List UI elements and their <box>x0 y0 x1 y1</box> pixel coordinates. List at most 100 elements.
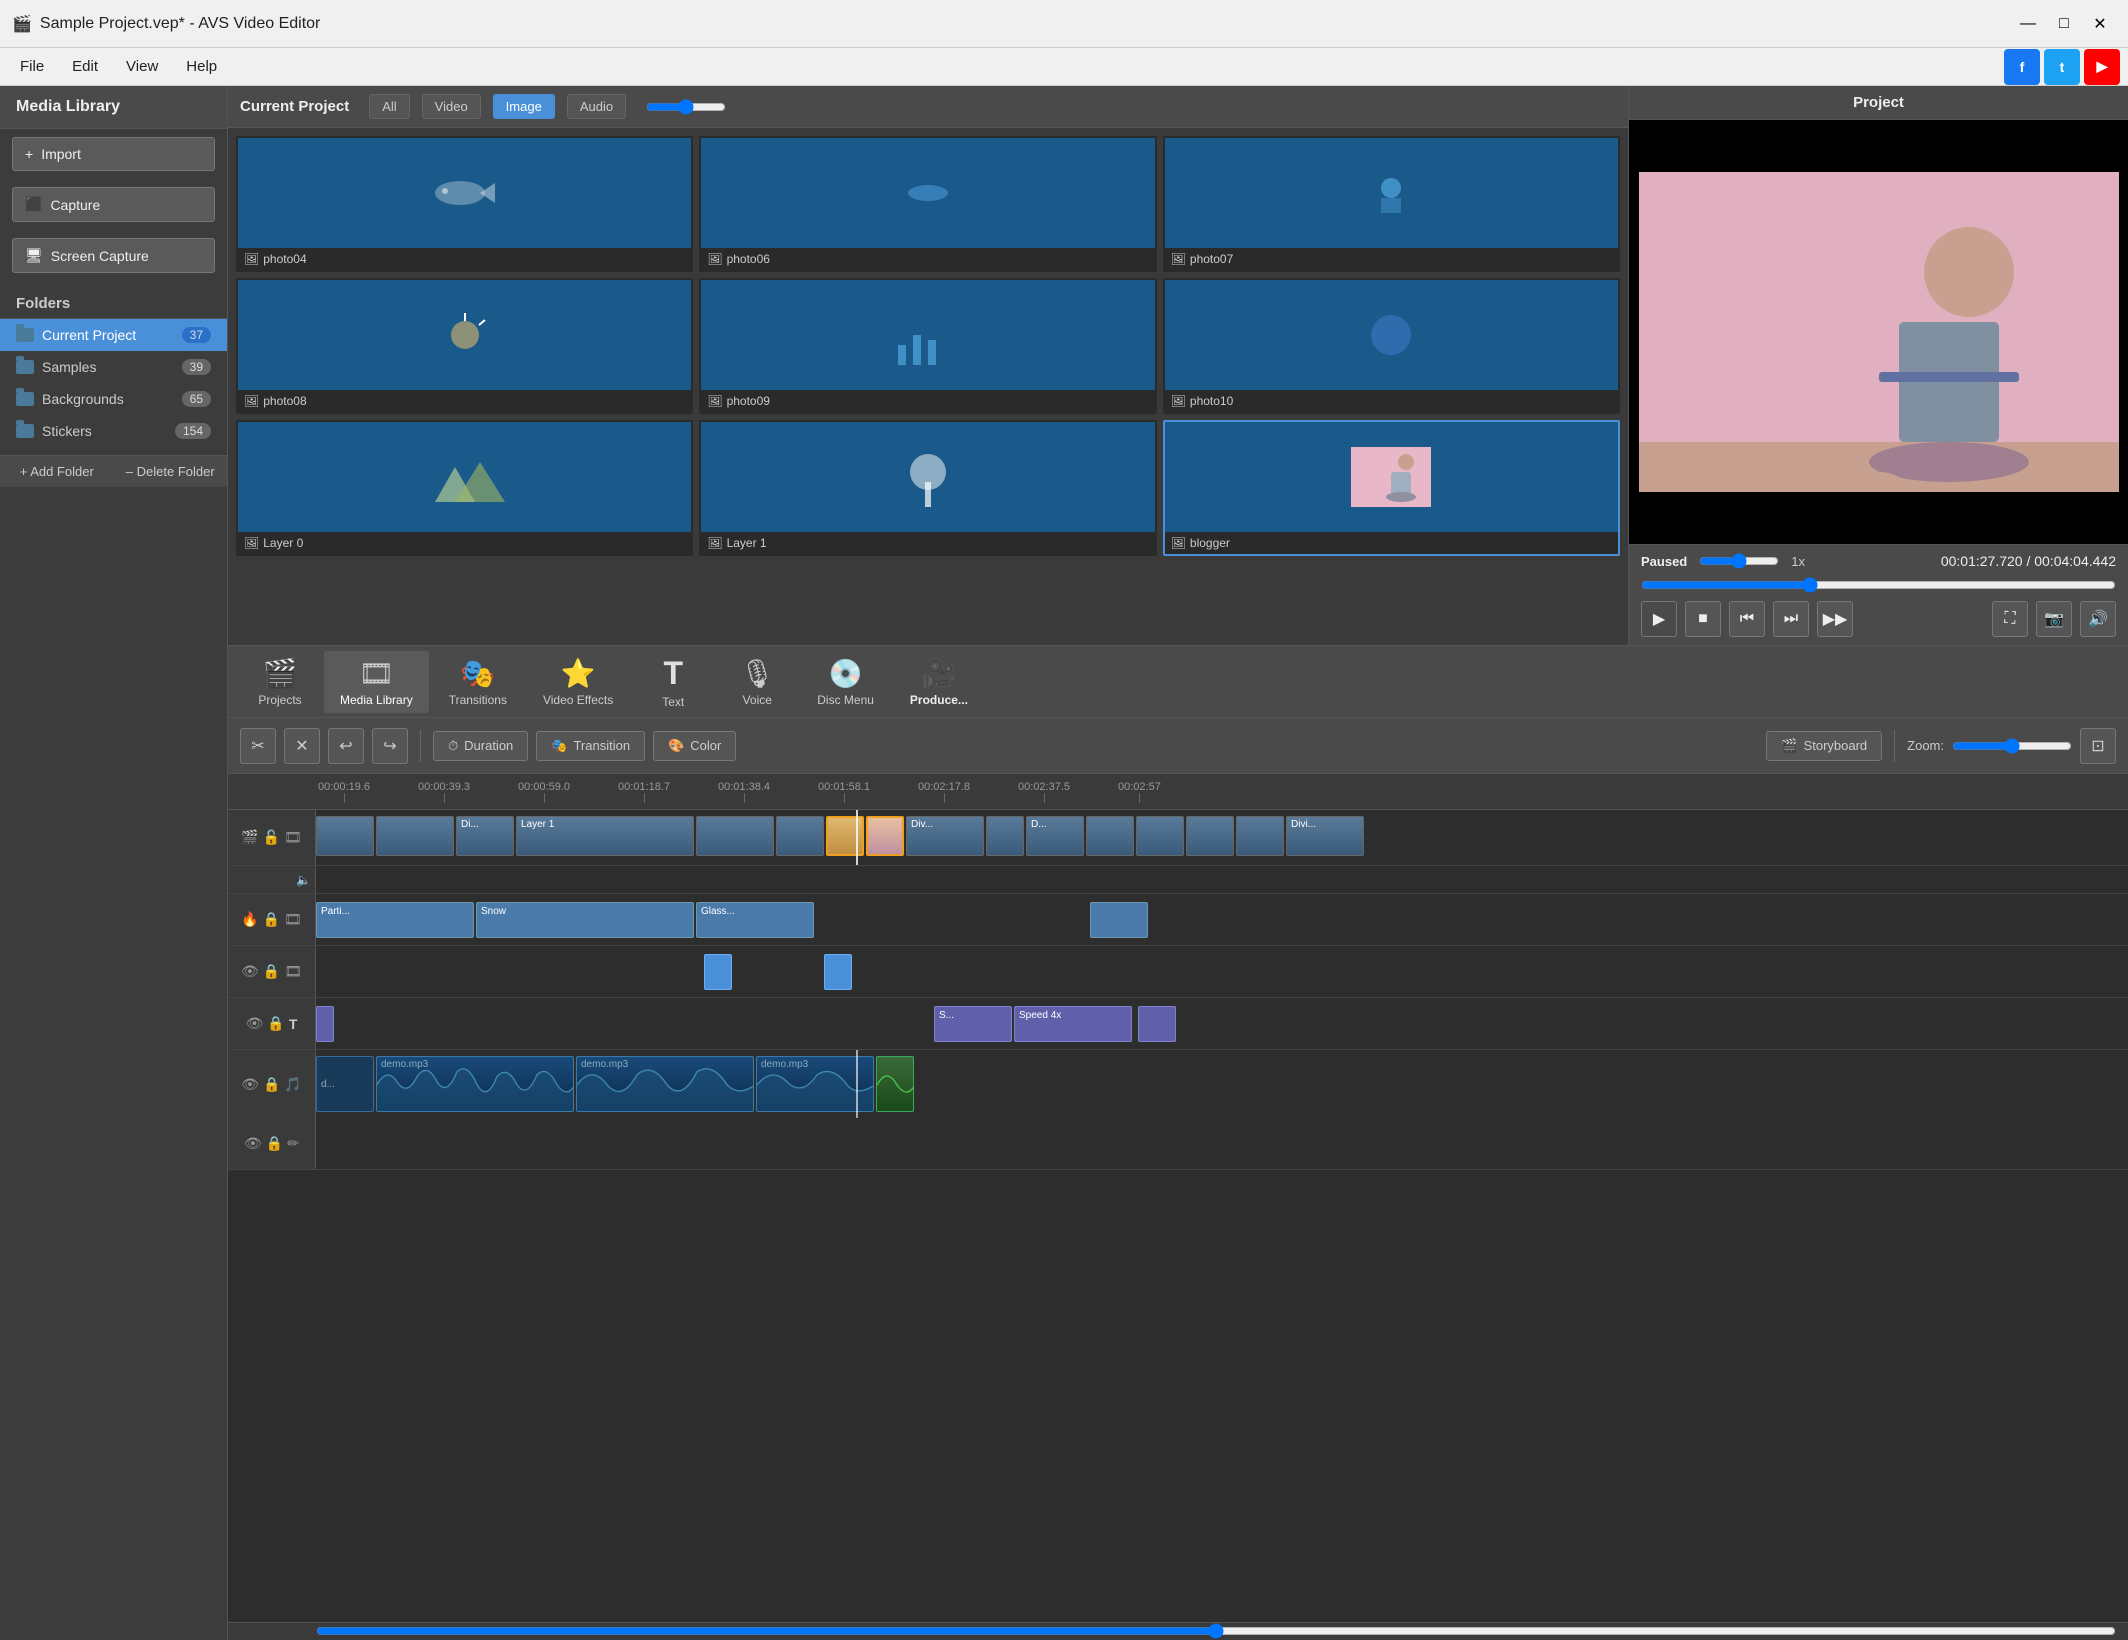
media-item-photo06[interactable]: 🖼photo06 <box>699 136 1156 272</box>
preview-seek-slider[interactable] <box>1641 577 2116 593</box>
video-clip[interactable] <box>1236 816 1284 856</box>
audio-clip-demo2[interactable]: demo.mp3 <box>576 1056 754 1112</box>
snapshot-button[interactable]: 📷 <box>2036 601 2072 637</box>
capture-button[interactable]: ⬛ Capture <box>12 187 215 222</box>
menu-edit[interactable]: Edit <box>60 54 110 79</box>
audio-clip-green[interactable] <box>876 1056 914 1112</box>
tool-disc-menu[interactable]: 💿 Disc Menu <box>801 651 890 713</box>
media-item-photo04[interactable]: 🖼photo04 <box>236 136 693 272</box>
video-clip[interactable]: Divi... <box>1286 816 1364 856</box>
text-clip-extra[interactable] <box>1138 1006 1176 1042</box>
redo-button[interactable]: ↪ <box>372 728 408 764</box>
text-clip-small[interactable] <box>316 1006 334 1042</box>
menu-view[interactable]: View <box>114 54 170 79</box>
text-clip-s[interactable]: S... <box>934 1006 1012 1042</box>
eye4-icon[interactable]: 👁 <box>244 1135 262 1152</box>
close-button[interactable]: ✕ <box>2084 10 2116 38</box>
pen-lock-icon[interactable]: 🔒 <box>266 1135 283 1152</box>
sidebar-item-backgrounds[interactable]: Backgrounds 65 <box>0 383 227 415</box>
scissors-button[interactable]: ✂ <box>240 728 276 764</box>
video-clip[interactable] <box>376 816 454 856</box>
sidebar-item-samples[interactable]: Samples 39 <box>0 351 227 383</box>
tool-transitions[interactable]: 🎭 Transitions <box>433 651 523 713</box>
eye-icon[interactable]: 👁 <box>241 963 259 980</box>
tool-media-library[interactable]: 🎞 Media Library <box>324 651 429 713</box>
import-button[interactable]: + Import <box>12 137 215 171</box>
volume-slider[interactable] <box>1699 553 1779 569</box>
fullscreen-button[interactable]: ⛶ <box>1992 601 2028 637</box>
menu-file[interactable]: File <box>8 54 56 79</box>
horizontal-scrollbar[interactable] <box>228 1622 2128 1640</box>
video-clip-selected-pink[interactable] <box>866 816 904 856</box>
overlay-effects-content[interactable]: Parti... Snow Glass... <box>316 894 2128 945</box>
twitter-icon[interactable]: t <box>2044 49 2080 85</box>
step-forward-button[interactable]: ▶▶ <box>1817 601 1853 637</box>
fit-timeline-button[interactable]: ⊡ <box>2080 728 2116 764</box>
undo-button[interactable]: ↩ <box>328 728 364 764</box>
sidebar-item-current-project[interactable]: Current Project 37 <box>0 319 227 351</box>
tool-text[interactable]: T Text <box>633 649 713 715</box>
facebook-icon[interactable]: f <box>2004 49 2040 85</box>
text-lock-icon[interactable]: 🔒 <box>267 1015 284 1032</box>
video-clip[interactable] <box>986 816 1024 856</box>
media-item-photo10[interactable]: 🖼photo10 <box>1163 278 1620 414</box>
volume-icon[interactable]: 🔈 <box>296 873 311 887</box>
main-video-track-content[interactable]: Di... Layer 1 Div... D... Divi... <box>316 810 2128 865</box>
video-clip[interactable]: Di... <box>456 816 514 856</box>
lock2-icon[interactable]: 🔒 <box>263 963 280 980</box>
overlay2-clip[interactable] <box>824 954 852 990</box>
video-clip[interactable] <box>1136 816 1184 856</box>
video-clip-selected[interactable] <box>826 816 864 856</box>
storyboard-button[interactable]: 🎬 Storyboard <box>1766 731 1882 761</box>
media-scroll-area[interactable]: 🖼photo04 🖼photo06 <box>228 128 1628 645</box>
text-clip-speed[interactable]: Speed 4x <box>1014 1006 1132 1042</box>
audio-clip-d[interactable]: d... <box>316 1056 374 1112</box>
video-clip[interactable] <box>696 816 774 856</box>
media-item-photo09[interactable]: 🖼photo09 <box>699 278 1156 414</box>
video-clip[interactable] <box>1086 816 1134 856</box>
overlay2-clip[interactable] <box>704 954 732 990</box>
add-folder-button[interactable]: + Add Folder <box>0 456 114 487</box>
effects-icon[interactable]: 🔥 <box>241 911 258 928</box>
eye2-icon[interactable]: 👁 <box>246 1015 264 1032</box>
play-button[interactable]: ▶ <box>1641 601 1677 637</box>
media-item-photo08[interactable]: 🖼photo08 <box>236 278 693 414</box>
media-item-layer0[interactable]: 🖼Layer 0 <box>236 420 693 556</box>
timeline-scroll-slider[interactable] <box>316 1623 2116 1639</box>
tool-video-effects[interactable]: ⭐ Video Effects <box>527 651 629 713</box>
tool-voice[interactable]: 🎙 Voice <box>717 651 797 713</box>
delete-folder-button[interactable]: – Delete Folder <box>114 456 228 487</box>
audio-lock-icon[interactable]: 🔒 <box>263 1076 280 1093</box>
youtube-icon[interactable]: ▶ <box>2084 49 2120 85</box>
eye3-icon[interactable]: 👁 <box>241 1076 259 1093</box>
zoom-timeline-slider[interactable] <box>1952 738 2072 754</box>
track-lock-icon[interactable]: 🔓 <box>263 829 280 846</box>
video-clip[interactable] <box>776 816 824 856</box>
video-clip[interactable]: Div... <box>906 816 984 856</box>
track-video-icon[interactable]: 🎬 <box>241 829 258 846</box>
color-button[interactable]: 🎨 Color <box>653 731 736 761</box>
video-clip[interactable]: D... <box>1026 816 1084 856</box>
next-frame-button[interactable]: ⏭ <box>1773 601 1809 637</box>
prev-frame-button[interactable]: ⏮ <box>1729 601 1765 637</box>
overlay-clip-glass[interactable]: Glass... <box>696 902 814 938</box>
screen-capture-button[interactable]: 🖥 Screen Capture <box>12 238 215 273</box>
transition-button[interactable]: 🎭 Transition <box>536 731 645 761</box>
maximize-button[interactable]: □ <box>2048 10 2080 38</box>
stop-button[interactable]: ■ <box>1685 601 1721 637</box>
filter-image[interactable]: Image <box>493 94 555 119</box>
audio-track-content[interactable]: d... demo.mp3 demo.mp3 demo.mp3 <box>316 1050 2128 1118</box>
text-track-content[interactable]: S... Speed 4x <box>316 998 2128 1049</box>
filter-video[interactable]: Video <box>422 94 481 119</box>
menu-help[interactable]: Help <box>174 54 229 79</box>
tool-produce[interactable]: 🎥 Produce... <box>894 651 984 713</box>
media-item-photo07[interactable]: 🖼photo07 <box>1163 136 1620 272</box>
volume-button[interactable]: 🔊 <box>2080 601 2116 637</box>
audio-clip-demo1[interactable]: demo.mp3 <box>376 1056 574 1112</box>
overlay-clip-extra[interactable] <box>1090 902 1148 938</box>
sidebar-item-stickers[interactable]: Stickers 154 <box>0 415 227 447</box>
duration-button[interactable]: ⏱ Duration <box>433 731 528 761</box>
video-clip[interactable] <box>1186 816 1234 856</box>
tool-projects[interactable]: 🎬 Projects <box>240 651 320 713</box>
audio-clip-demo3[interactable]: demo.mp3 <box>756 1056 874 1112</box>
